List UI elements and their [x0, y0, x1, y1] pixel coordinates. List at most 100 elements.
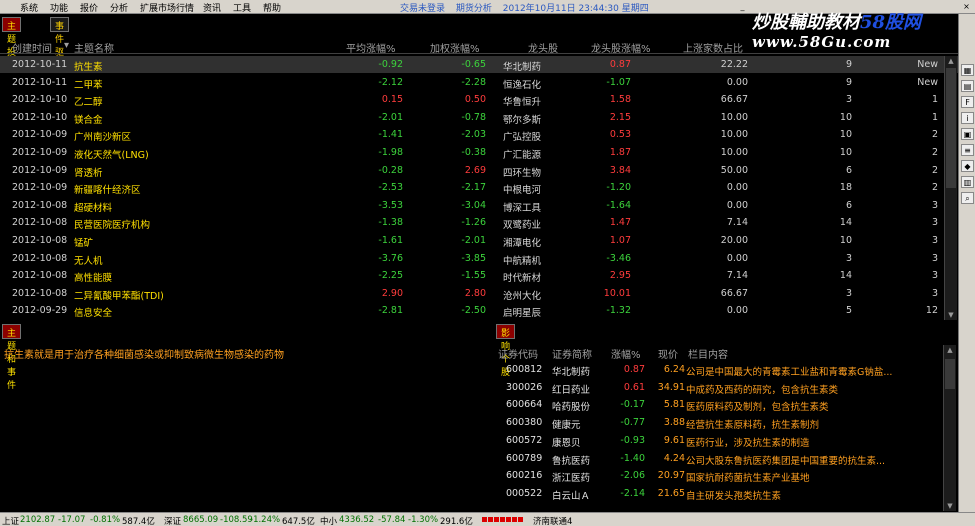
- list-item[interactable]: 600216 浙江医药 -2.06 20.97 国家抗耐药菌抗生素产业基地: [494, 467, 942, 484]
- tab-theme-events[interactable]: 主题和事件: [2, 324, 22, 391]
- table-row[interactable]: 2012-10-08 二异氰酸甲苯酯(TDI) 2.90 2.80 沧州大化 10.01 6…: [0, 285, 958, 302]
- table-row[interactable]: 2012-10-10 镁合金 -2.01 -0.78 鄂尔多斯 2.15 10.00 10 1: [0, 109, 958, 126]
- scroll-up-icon[interactable]: ▲: [946, 56, 956, 66]
- affected-stocks-table: 证券代码 证券简称 涨幅% 现价 栏目内容 600812 华北制药 0.87 6.24…: [494, 343, 957, 511]
- table-row[interactable]: 2012-09-29 信息安全 -2.81 -2.50 启明星辰 -1.32 0.00 5 12: [0, 302, 958, 319]
- toolbar-news-icon[interactable]: ≡: [961, 144, 974, 156]
- toolbar-quote-icon[interactable]: ▦: [961, 64, 974, 76]
- cell-avg-change: -1.61: [378, 235, 403, 246]
- cell-stock-note: 自主研发头孢类抗生素: [686, 490, 782, 502]
- theme-table-scrollbar[interactable]: ▲ ▼: [944, 56, 957, 320]
- sz-index-amount: 647.5亿: [282, 517, 315, 526]
- futures-analysis-link[interactable]: 期货分析: [456, 4, 492, 14]
- col-theme-name[interactable]: 主题名称: [74, 40, 114, 55]
- cell-stock-price: 9.61: [663, 434, 685, 446]
- table-row[interactable]: 2012-10-08 民营医院医疗机构 -1.38 -1.26 双鹭药业 1.47 7.14…: [0, 214, 958, 231]
- table-row[interactable]: 2012-10-08 超硬材料 -3.53 -3.04 博深工具 -1.64 0.00 6 3: [0, 197, 958, 214]
- cell-stock-note: 公司是中国最大的青霉素工业盐和青霉素G钠盐...: [686, 367, 893, 378]
- menu-analysis[interactable]: 分析: [110, 1, 128, 14]
- cell-up-ratio: 66.67: [720, 94, 748, 106]
- table-row[interactable]: 2012-10-10 乙二醇 0.15 0.50 华鲁恒升 1.58 66.67 3 1: [0, 91, 958, 108]
- cell-up-ratio: 50.00: [720, 164, 748, 176]
- table-row[interactable]: 2012-10-08 锰矿 -1.61 -2.01 湘潭电化 1.07 20.00 10 3: [0, 232, 958, 249]
- cell-stock-name: 康恩贝: [552, 437, 581, 449]
- minimize-icon[interactable]: _: [738, 2, 747, 11]
- sh-index-label[interactable]: 上证: [2, 515, 19, 526]
- col-stock-price[interactable]: 现价: [658, 346, 678, 361]
- cell-leader-change: 1.47: [609, 217, 631, 229]
- scroll-down-icon[interactable]: ▼: [945, 501, 955, 511]
- cell-theme-name: 二甲苯: [74, 79, 103, 91]
- scroll-down-icon[interactable]: ▼: [946, 310, 956, 320]
- list-item[interactable]: 600380 健康元 -0.77 3.88 经营抗生素原料药，抗生素制剂: [494, 414, 942, 431]
- cell-stock-code: 600380: [506, 417, 543, 429]
- list-item[interactable]: 600664 哈药股份 -0.17 5.81 医药原料药及制剂，包含抗生素类: [494, 396, 942, 413]
- table-row[interactable]: 2012-10-09 肾透析 -0.28 2.69 四环生物 3.84 50.00 6 2: [0, 162, 958, 179]
- table-row[interactable]: 2012-10-11 抗生素 -0.92 -0.65 华北制药 0.87 22.22 9 New: [0, 56, 958, 73]
- cell-up-ratio: 66.67: [720, 287, 748, 299]
- stocks-scrollbar[interactable]: ▲ ▼: [943, 345, 956, 511]
- toolbar-chart-icon[interactable]: ▤: [961, 80, 974, 92]
- col-leader-change[interactable]: 龙头股涨幅%: [591, 40, 651, 55]
- table-row[interactable]: 2012-10-09 新疆喀什经济区 -2.53 -2.17 中根电河 -1.20 0.00…: [0, 179, 958, 196]
- toolbar-sector-icon[interactable]: ▣: [961, 128, 974, 140]
- cell-rank: 1: [931, 111, 938, 123]
- cell-rank: 3: [931, 287, 938, 299]
- network-status[interactable]: 济南联通4: [533, 515, 572, 526]
- menu-quote[interactable]: 报价: [80, 1, 98, 14]
- menu-tools[interactable]: 工具: [233, 1, 251, 14]
- col-stock-note[interactable]: 栏目内容: [688, 346, 728, 361]
- sz-index-label[interactable]: 深证: [164, 515, 181, 526]
- col-stock-name[interactable]: 证券简称: [552, 346, 592, 361]
- table-row[interactable]: 2012-10-09 液化天然气(LNG) -1.98 -0.38 广汇能源 1.87 10…: [0, 144, 958, 161]
- cell-count: 5: [845, 305, 852, 317]
- cell-rank: 3: [931, 270, 938, 282]
- col-avg-change[interactable]: 平均涨幅%: [346, 40, 396, 55]
- col-created-time[interactable]: 创建时间: [12, 40, 52, 55]
- col-stock-code[interactable]: 证券代码: [498, 346, 538, 361]
- cell-up-ratio: 7.14: [726, 217, 748, 229]
- cell-leader-change: 3.84: [609, 164, 631, 176]
- smb-index-label[interactable]: 中小: [320, 515, 337, 526]
- cell-stock-change: -0.17: [620, 399, 645, 411]
- cell-created-time: 2012-10-08: [12, 199, 68, 211]
- list-item[interactable]: 000522 白云山Ａ -2.14 21.65 自主研发头孢类抗生素: [494, 485, 942, 502]
- table-row[interactable]: 2012-10-11 二甲苯 -2.12 -2.28 恒逸石化 -1.07 0.00 9 New: [0, 74, 958, 91]
- close-icon[interactable]: ×: [962, 2, 971, 11]
- toolbar-info-icon[interactable]: i: [961, 112, 974, 124]
- cell-leader-stock: 博深工具: [503, 202, 542, 214]
- tab-event-driven[interactable]: 事件驱动: [50, 17, 70, 71]
- table-row[interactable]: 2012-10-08 高性能膜 -2.25 -1.55 时代新材 2.95 7.14 14 3: [0, 267, 958, 284]
- cell-up-ratio: 10.00: [720, 111, 748, 123]
- toolbar-search-icon[interactable]: ⌕: [961, 192, 974, 204]
- menu-extended-market[interactable]: 扩展市场行情: [140, 1, 194, 14]
- col-stock-change[interactable]: 涨幅%: [611, 346, 641, 361]
- col-up-ratio[interactable]: 上涨家数占比: [683, 40, 743, 55]
- tab-affected-stocks[interactable]: 影响个股: [496, 324, 516, 378]
- cell-leader-stock: 鄂尔多斯: [503, 114, 542, 126]
- col-weighted-change[interactable]: 加权涨幅%: [430, 40, 480, 55]
- trade-login-status[interactable]: 交易未登录: [400, 4, 445, 14]
- scroll-up-icon[interactable]: ▲: [945, 345, 955, 355]
- scroll-thumb[interactable]: [946, 68, 956, 188]
- menu-help[interactable]: 帮助: [263, 1, 281, 14]
- toolbar-fund-icon[interactable]: ◆: [961, 160, 974, 172]
- menu-system[interactable]: 系统: [20, 1, 38, 14]
- cell-count: 3: [845, 287, 852, 299]
- tab-theme-investing[interactable]: 主题投资: [2, 17, 22, 71]
- toolbar-report-icon[interactable]: ▥: [961, 176, 974, 188]
- table-row[interactable]: 2012-10-08 无人机 -3.76 -3.85 中航精机 -3.46 0.00 3 3: [0, 250, 958, 267]
- list-item[interactable]: 300026 红日药业 0.61 34.91 中成药及西药的研究，包含抗生素类: [494, 379, 942, 396]
- list-item[interactable]: 600812 华北制药 0.87 6.24 公司是中国最大的青霉素工业盐和青霉素G钠盐.…: [494, 361, 942, 378]
- toolbar-f10-icon[interactable]: F: [961, 96, 974, 108]
- list-item[interactable]: 600789 鲁抗医药 -1.40 4.24 公司大股东鲁抗医药集团是中国重要的抗生素.…: [494, 450, 942, 467]
- scroll-thumb[interactable]: [945, 359, 955, 389]
- table-row[interactable]: 2012-10-09 广州南沙新区 -1.41 -2.03 广弘控股 0.53 10.00 1…: [0, 126, 958, 143]
- menu-info[interactable]: 资讯: [203, 1, 221, 14]
- cell-stock-name: 红日药业: [552, 384, 591, 396]
- menu-function[interactable]: 功能: [50, 1, 68, 14]
- cell-up-ratio: 0.00: [726, 76, 748, 88]
- col-leader-stock[interactable]: 龙头股: [528, 40, 558, 55]
- list-item[interactable]: 600572 康恩贝 -0.93 9.61 医药行业，涉及抗生素的制造: [494, 432, 942, 449]
- cell-theme-name: 乙二醇: [74, 97, 103, 109]
